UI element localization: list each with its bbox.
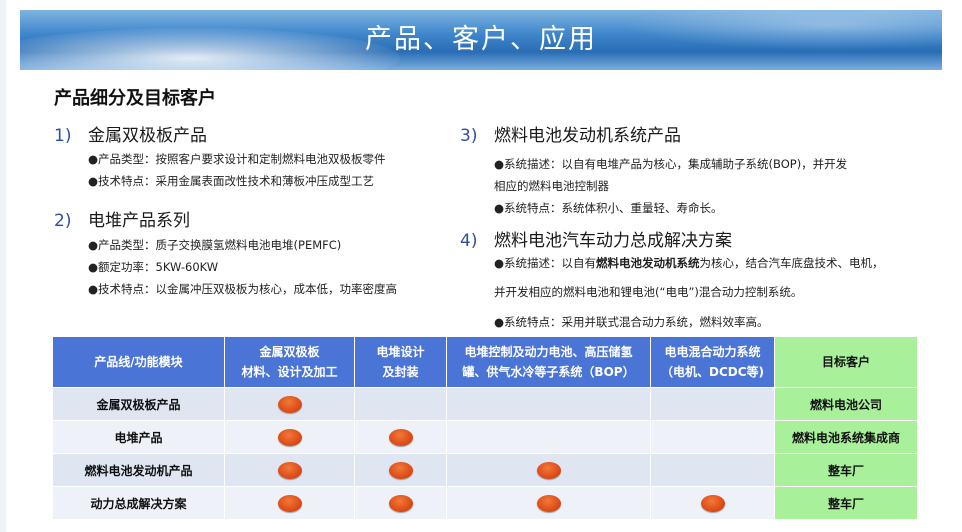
section-subtitle: 产品细分及目标客户	[54, 88, 216, 109]
bullet-item: ●产品类型：按照客户要求设计和定制燃料电池双极板零件	[88, 152, 386, 166]
header-text: （电机、DCDC等)	[660, 365, 765, 379]
matrix-cell	[224, 486, 355, 520]
capability-marker	[388, 494, 413, 512]
bullet-item: ●系统描述：以自有燃料电池发动机系统为核心，结合汽车底盘技术、电机，	[494, 255, 884, 271]
bullet-item: 相应的燃料电池控制器	[494, 179, 609, 193]
page-title: 产品、客户、应用	[365, 24, 597, 55]
header-text: 电电混合动力系统	[664, 345, 761, 359]
table-header-row: 产品线/功能模块 金属双极板材料、设计及加工 电堆设计及封装 电堆控制及动力电池…	[52, 336, 918, 388]
capability-marker	[277, 395, 302, 413]
matrix-cell	[354, 387, 447, 421]
row-product-name: 金属双极板产品	[52, 387, 225, 421]
header-cell-target-customer: 目标客户	[774, 336, 918, 388]
matrix-cell	[354, 420, 447, 454]
matrix-cell	[224, 453, 355, 487]
slide-edge	[0, 0, 6, 532]
matrix-cell	[650, 420, 775, 454]
matrix-cell	[446, 387, 651, 421]
capability-marker	[536, 461, 561, 479]
section-number: 1)	[54, 126, 72, 146]
row-target-customer: 整车厂	[774, 486, 918, 520]
matrix-cell	[224, 420, 355, 454]
capability-marker	[277, 428, 302, 446]
capability-marker	[277, 494, 302, 512]
header-text: 目标客户	[821, 355, 870, 369]
section-title: 金属双极板产品	[88, 126, 207, 146]
bullet-item: ●产品类型：质子交换膜氢燃料电池电堆(PEMFC)	[88, 238, 342, 252]
product-customer-table: 产品线/功能模块 金属双极板材料、设计及加工 电堆设计及封装 电堆控制及动力电池…	[52, 336, 918, 520]
header-cell-product-line: 产品线/功能模块	[52, 336, 225, 388]
header-cell-bipolar-plate: 金属双极板材料、设计及加工	[224, 336, 355, 388]
section-title: 燃料电池汽车动力总成解决方案	[494, 231, 732, 251]
header-cell-stack-design: 电堆设计 及封装	[354, 336, 447, 388]
bullet-item: ●系统描述：以自有电堆产品为核心，集成辅助子系统(BOP)，并开发	[494, 157, 848, 171]
bullet-item: ●系统特点：采用并联式混合动力系统，燃料效率高。	[494, 315, 769, 329]
header-text: 及封装	[382, 365, 419, 379]
matrix-cell	[224, 387, 355, 421]
section-title: 燃料电池发动机系统产品	[494, 126, 681, 146]
capability-marker	[388, 461, 413, 479]
table-row: 电堆产品 燃料电池系统集成商	[52, 420, 918, 454]
row-product-name: 电堆产品	[52, 420, 225, 454]
bullet-item: ●系统特点：系统体积小、重量轻、寿命长。	[494, 201, 723, 215]
header-text: 材料、设计及加工	[241, 365, 338, 379]
matrix-cell	[446, 486, 651, 520]
matrix-cell	[354, 453, 447, 487]
matrix-cell	[650, 453, 775, 487]
table-body: 金属双极板产品 燃料电池公司 电堆产品 燃料电池系统集成商 燃料电池发动机产品 整车厂 动力…	[52, 387, 918, 520]
capability-marker	[277, 461, 302, 479]
header-text: 电堆控制及动力电池、高压储氢	[464, 345, 633, 359]
matrix-cell	[446, 453, 651, 487]
matrix-cell	[446, 420, 651, 454]
row-target-customer: 燃料电池系统集成商	[774, 420, 918, 454]
header-text: 产品线/功能模块	[94, 355, 183, 369]
capability-marker	[700, 494, 725, 512]
row-target-customer: 燃料电池公司	[774, 387, 918, 421]
bullet-item: ●技术特点：采用金属表面改性技术和薄板冲压成型工艺	[88, 174, 375, 188]
section-heading-2: 2) 电堆产品系列	[54, 206, 190, 231]
row-product-name: 动力总成解决方案	[52, 486, 225, 520]
matrix-cell	[354, 486, 447, 520]
header-text: 罐、供气水冷等子系统（BOP）	[462, 365, 635, 379]
table-row: 动力总成解决方案 整车厂	[52, 486, 918, 520]
section-number: 3)	[460, 126, 478, 146]
capability-marker	[388, 428, 413, 446]
bullet-item: 并开发相应的燃料电池和锂电池(“电电”)混合动力控制系统。	[494, 285, 803, 299]
section-title: 电堆产品系列	[88, 211, 190, 231]
row-target-customer: 整车厂	[774, 453, 918, 487]
matrix-cell	[650, 387, 775, 421]
table-row: 金属双极板产品 燃料电池公司	[52, 387, 918, 421]
matrix-cell	[650, 486, 775, 520]
header-cell-hybrid-system: 电电混合动力系统 （电机、DCDC等)	[650, 336, 775, 388]
header-text: 电堆设计	[376, 345, 425, 359]
section-heading-4: 4) 燃料电池汽车动力总成解决方案	[460, 226, 732, 251]
header-cell-bop: 电堆控制及动力电池、高压储氢 罐、供气水冷等子系统（BOP）	[446, 336, 651, 388]
table-row: 燃料电池发动机产品 整车厂	[52, 453, 918, 487]
bullet-text: 为核心，结合汽车底盘技术、电机，	[699, 256, 884, 270]
section-heading-3: 3) 燃料电池发动机系统产品	[460, 121, 681, 146]
bullet-text: ●系统描述：以自有	[494, 256, 597, 270]
section-number: 4)	[460, 231, 478, 251]
section-number: 2)	[54, 211, 72, 231]
header-text: 金属双极板	[259, 345, 320, 359]
section-heading-1: 1) 金属双极板产品	[54, 121, 207, 146]
bullet-emphasis: 燃料电池发动机系统	[596, 256, 700, 270]
capability-marker	[536, 494, 561, 512]
bullet-item: ●额定功率：5KW-60KW	[88, 260, 219, 274]
row-product-name: 燃料电池发动机产品	[52, 453, 225, 487]
title-banner: 产品、客户、应用	[20, 10, 942, 70]
bullet-item: ●技术特点：以金属冲压双极板为核心，成本低，功率密度高	[88, 282, 398, 296]
